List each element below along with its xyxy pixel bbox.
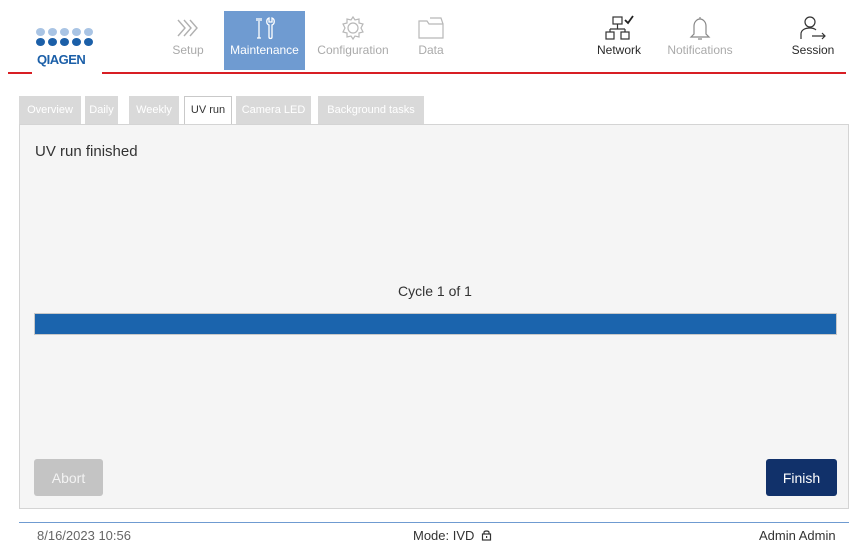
nav-maintenance[interactable]: Maintenance — [224, 11, 305, 70]
bell-icon — [689, 17, 711, 40]
nav-configuration[interactable]: Configuration — [312, 11, 394, 70]
logo-text: QIAGEN — [37, 52, 86, 67]
nav-network[interactable]: Network — [591, 11, 647, 70]
brand-line-right — [102, 72, 846, 74]
progress-bar — [34, 313, 837, 335]
finish-button[interactable]: Finish — [766, 459, 837, 496]
footer-datetime: 8/16/2023 10:56 — [37, 528, 131, 543]
lock-icon — [481, 530, 492, 541]
footer-divider — [19, 522, 849, 523]
cycle-label: Cycle 1 of 1 — [398, 283, 472, 299]
gear-icon — [342, 15, 364, 41]
nav-setup[interactable]: Setup — [160, 11, 216, 70]
tab-daily[interactable]: Daily — [85, 96, 118, 124]
folder-icon — [418, 17, 444, 39]
page-title: UV run finished — [35, 143, 138, 160]
tools-icon — [255, 17, 275, 40]
tab-overview[interactable]: Overview — [19, 96, 81, 124]
logo-dots — [36, 28, 96, 46]
tab-background-tasks[interactable]: Background tasks — [318, 96, 424, 124]
mode-label: Mode: IVD — [413, 528, 475, 543]
tab-camera-led[interactable]: Camera LED — [236, 96, 311, 124]
tab-weekly[interactable]: Weekly — [129, 96, 179, 124]
nav-notifications[interactable]: Notifications — [658, 11, 742, 70]
nav-session[interactable]: Session — [784, 11, 842, 70]
qiagen-logo: QIAGEN — [36, 28, 96, 72]
network-icon — [605, 15, 634, 40]
tab-uv-run[interactable]: UV run — [184, 96, 232, 126]
uv-run-panel: UV run finished Cycle 1 of 1 Abort Finis… — [19, 124, 849, 509]
footer-user[interactable]: Admin Admin — [759, 528, 836, 543]
nav-data[interactable]: Data — [406, 11, 456, 70]
footer-mode: Mode: IVD — [413, 528, 492, 543]
chevrons-right-icon — [177, 19, 198, 37]
brand-line-left — [8, 72, 32, 74]
abort-button[interactable]: Abort — [34, 459, 103, 496]
header: QIAGEN Setup Maintenance Configuration D… — [0, 0, 849, 78]
user-exit-icon — [800, 16, 826, 40]
progress-fill — [35, 314, 836, 334]
